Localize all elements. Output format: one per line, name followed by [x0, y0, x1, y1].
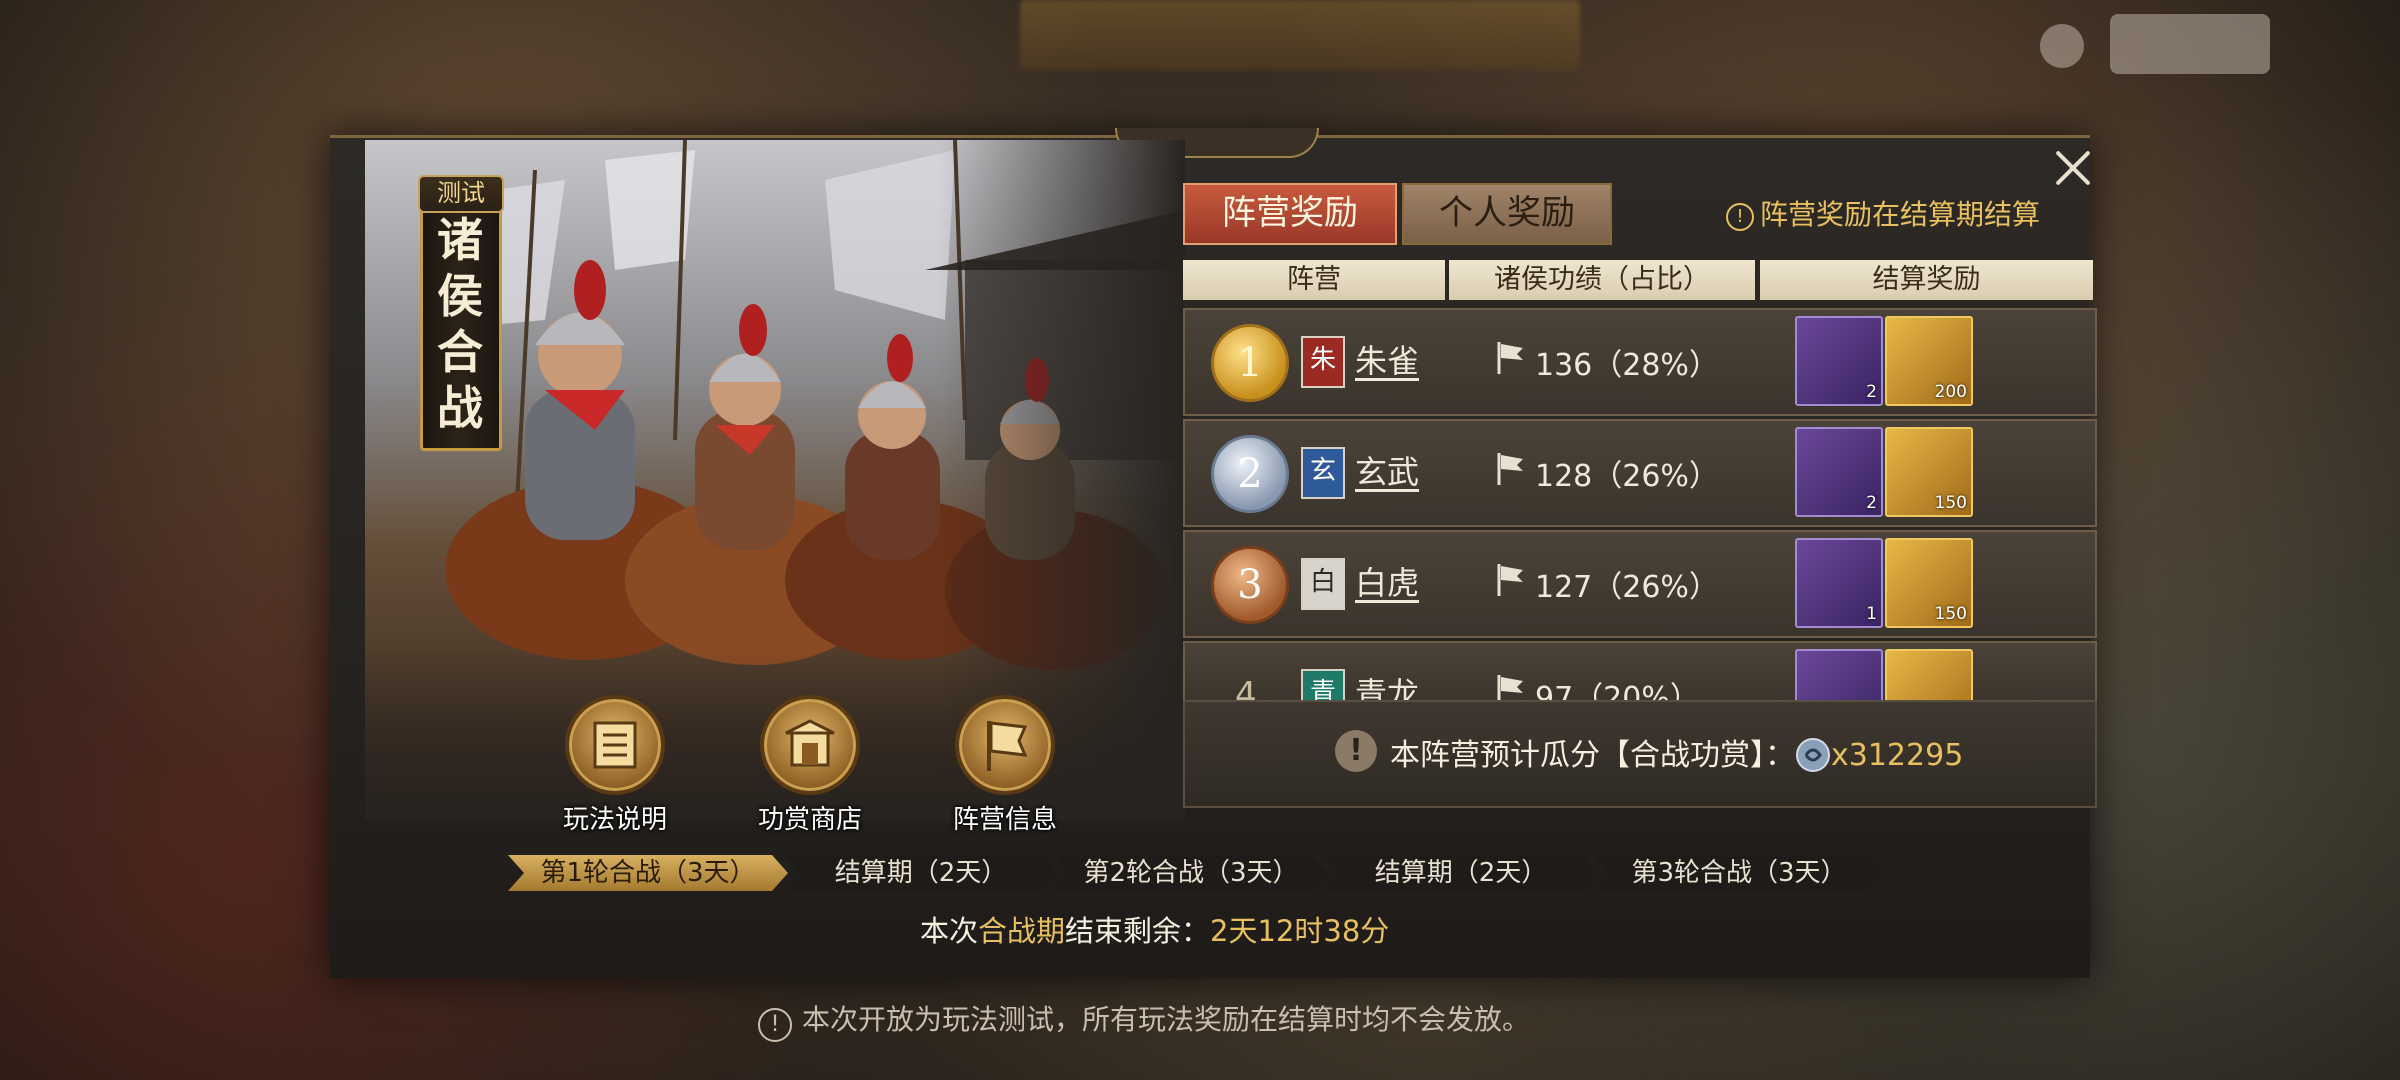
merit-score: 136（28%）: [1535, 348, 1719, 383]
prediction-label: 本阵营预计瓜分【合战功赏】：: [1390, 738, 1795, 773]
merit-score: 128（26%）: [1535, 459, 1719, 494]
table-row: 4 青 青龙 97（20%）: [1183, 641, 2097, 705]
remain-time-value: 2天12时38分: [1210, 914, 1390, 948]
reward-chest-icon[interactable]: 2: [1795, 427, 1883, 517]
merit-flag-icon: [1497, 342, 1523, 374]
prediction-text: 本阵营预计瓜分【合战功赏】： x312295: [1390, 730, 1963, 774]
info-icon: !: [758, 1008, 792, 1042]
merit-shop-label: 功赏商店: [757, 805, 862, 835]
shop-icon: [760, 695, 860, 795]
reward-chest-icon[interactable]: 2: [1795, 316, 1883, 406]
merit-token-icon: [1796, 738, 1830, 772]
reward-chest-icon[interactable]: [1795, 649, 1883, 703]
reward-chest-count: 2: [1866, 493, 1877, 513]
merit-score: 127（26%）: [1535, 570, 1719, 605]
test-tag: 测试: [418, 175, 504, 213]
reward-coin-icon[interactable]: [1885, 649, 1973, 703]
rank-2-medal: 2: [1211, 435, 1289, 513]
reward-coin-count: 150: [1934, 493, 1967, 513]
tab-personal-reward[interactable]: 个人奖励: [1402, 183, 1612, 245]
remain-prefix: 本次: [920, 914, 979, 948]
faction-name-link[interactable]: 玄武: [1355, 447, 1419, 493]
header-reward: 结算奖励: [1760, 260, 2093, 300]
reward-coin-count: 150: [1934, 604, 1967, 624]
settlement-notice-text: 阵营奖励在结算期结算: [1760, 198, 2041, 231]
timeline-round-3: 第3轮合战（3天）: [1594, 855, 1884, 891]
header-merit: 诸侯功绩（占比）: [1449, 260, 1755, 300]
table-row: 2 玄 玄武 128（26%） 2 150: [1183, 419, 2097, 527]
close-icon[interactable]: [2050, 145, 2096, 191]
reward-coin-count: 200: [1934, 382, 1967, 402]
test-notice-text: 本次开放为玩法测试，所有玩法奖励在结算时均不会发放。: [802, 1003, 1531, 1036]
remaining-time: 本次合战期结束剩余：2天12时38分: [920, 908, 1389, 950]
camp-info-label: 阵营信息: [952, 805, 1057, 835]
blurred-top-bar: [1020, 0, 1580, 70]
reward-coin-icon[interactable]: 150: [1885, 427, 1973, 517]
prediction-panel: ! 本阵营预计瓜分【合战功赏】： x312295: [1183, 700, 2097, 808]
timeline-settlement-1: 结算期（2天）: [784, 855, 1058, 891]
test-notice: ! 本次开放为玩法测试，所有玩法奖励在结算时均不会发放。: [758, 998, 1530, 1042]
reward-coin-icon[interactable]: 200: [1885, 316, 1973, 406]
timeline-settlement-2: 结算期（2天）: [1324, 855, 1598, 891]
reward-chest-count: 2: [1866, 382, 1877, 402]
faction-flag-icon: 白: [1301, 558, 1345, 610]
tab-camp-reward[interactable]: 阵营奖励: [1183, 183, 1397, 245]
merit-flag-icon: [1497, 564, 1523, 596]
warning-icon: !: [1335, 730, 1377, 772]
scroll-icon: [565, 695, 665, 795]
blurred-top-icon: [2040, 24, 2084, 68]
remain-middle: 结束剩余：: [1065, 914, 1211, 948]
rank-3-medal: 3: [1211, 546, 1289, 624]
table-row: 3 白 白虎 127（26%） 1 150: [1183, 530, 2097, 638]
table-row: 1 朱 朱雀 136（28%） 2 200: [1183, 308, 2097, 416]
merit-flag-icon: [1497, 453, 1523, 485]
season-timeline: 第1轮合战（3天） 结算期（2天） 第2轮合战（3天） 结算期（2天） 第3轮合…: [508, 855, 1893, 891]
faction-name-link[interactable]: 朱雀: [1355, 336, 1419, 382]
camp-info-button[interactable]: 阵营信息: [925, 695, 1085, 836]
reward-coin-icon[interactable]: 150: [1885, 538, 1973, 628]
header-camp: 阵营: [1183, 260, 1445, 300]
merit-shop-button[interactable]: 功赏商店: [730, 695, 890, 836]
event-title: 诸侯合战: [437, 213, 483, 435]
info-icon: !: [1726, 203, 1754, 231]
timeline-round-1: 第1轮合战（3天）: [508, 855, 788, 891]
settlement-notice: ! 阵营奖励在结算期结算: [1726, 193, 2040, 233]
reward-chest-icon[interactable]: 1: [1795, 538, 1883, 628]
remain-period: 合战期: [978, 914, 1066, 948]
faction-flag-icon: 玄: [1301, 447, 1345, 499]
banner-icon: [955, 695, 1055, 795]
rank-1-medal: 1: [1211, 324, 1289, 402]
faction-flag-icon: 朱: [1301, 336, 1345, 388]
blurred-top-button: [2110, 14, 2270, 74]
reward-chest-count: 1: [1866, 604, 1877, 624]
prediction-amount: x312295: [1831, 738, 1964, 773]
rules-label: 玩法说明: [562, 805, 667, 835]
timeline-round-2: 第2轮合战（3天）: [1054, 855, 1328, 891]
rules-button[interactable]: 玩法说明: [535, 695, 695, 836]
faction-name-link[interactable]: 白虎: [1355, 558, 1419, 604]
